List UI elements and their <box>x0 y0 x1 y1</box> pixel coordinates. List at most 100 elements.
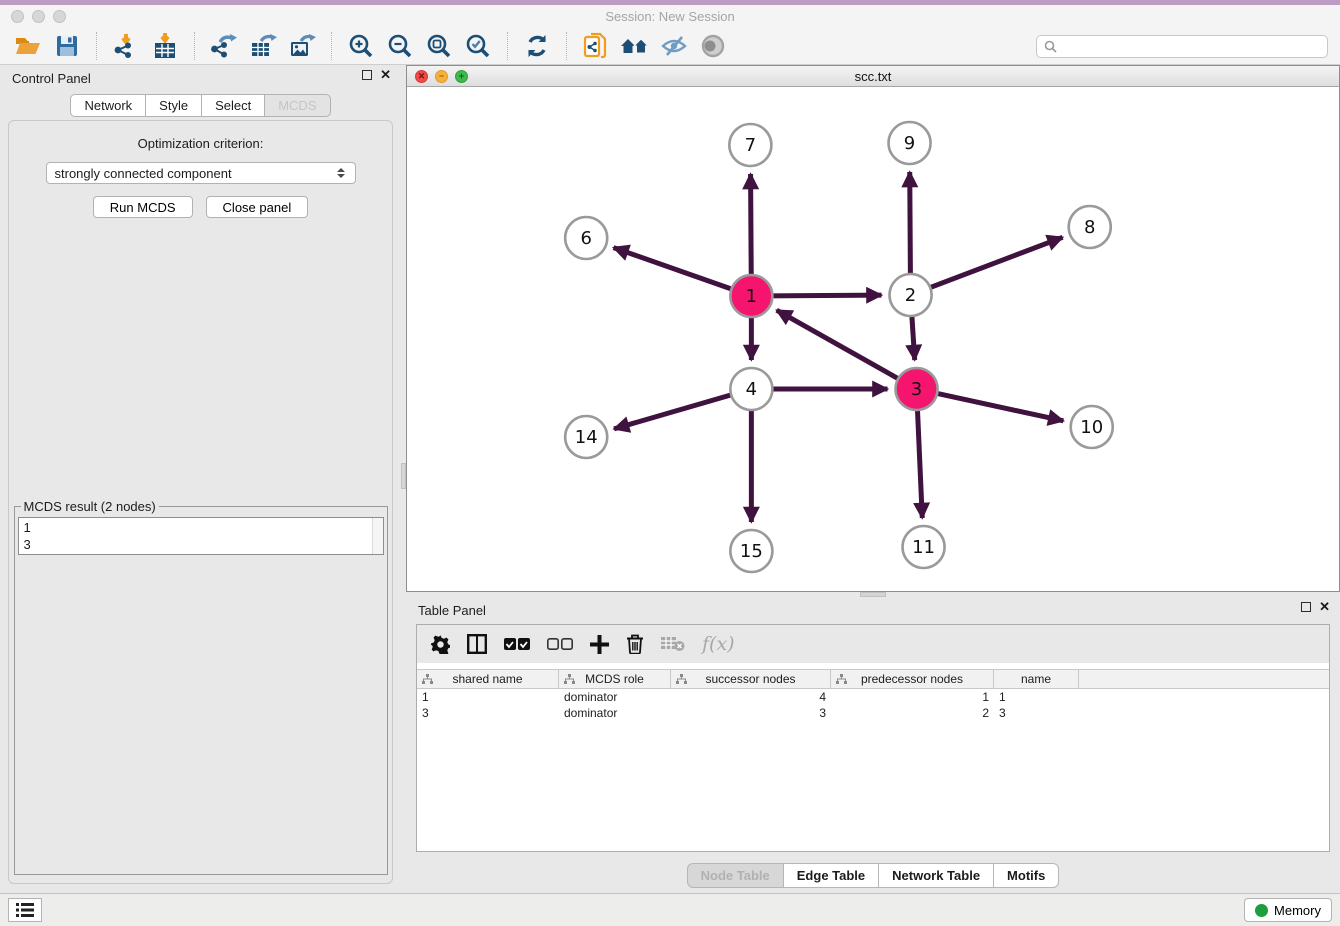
close-panel-button[interactable]: Close panel <box>206 196 309 218</box>
tab-node-table[interactable]: Node Table <box>687 863 784 888</box>
tab-motifs[interactable]: Motifs <box>993 863 1059 888</box>
network-graph[interactable]: 7 9 6 8 1 2 4 3 14 10 15 11 <box>407 87 1339 591</box>
select-all-columns-icon[interactable] <box>504 638 530 651</box>
graph-node-10[interactable]: 10 <box>1071 406 1113 448</box>
titlebar[interactable]: Session: New Session <box>0 5 1340 28</box>
function-builder-icon[interactable]: f(x) <box>702 633 735 655</box>
delete-table-icon[interactable] <box>661 636 685 652</box>
graph-edge-4-14[interactable] <box>614 394 735 429</box>
graph-node-6[interactable]: 6 <box>565 217 607 259</box>
graph-node-8[interactable]: 8 <box>1069 206 1111 248</box>
svg-text:2: 2 <box>905 285 916 306</box>
column-header-name[interactable]: name <box>994 670 1079 688</box>
toolbar-separator <box>96 32 97 60</box>
memory-button[interactable]: Memory <box>1244 898 1332 922</box>
table-row[interactable]: 3dominator323 <box>417 705 1329 721</box>
graph-node-3[interactable]: 3 <box>896 368 938 410</box>
show-all-networks-icon[interactable] <box>619 31 651 61</box>
open-file-icon[interactable] <box>12 31 44 61</box>
tab-style[interactable]: Style <box>145 94 202 117</box>
search-input[interactable] <box>1062 39 1320 53</box>
toolbar-separator <box>566 32 567 60</box>
graph-node-14[interactable]: 14 <box>565 416 607 458</box>
tab-select[interactable]: Select <box>201 94 265 117</box>
graph-node-11[interactable]: 11 <box>903 526 945 568</box>
network-minimize-button[interactable]: − <box>435 70 448 83</box>
graph-edge-3-11[interactable] <box>917 406 922 518</box>
network-canvas[interactable]: 7 9 6 8 1 2 4 3 14 10 15 11 <box>407 87 1339 591</box>
tab-network[interactable]: Network <box>70 94 146 117</box>
graph-node-2[interactable]: 2 <box>890 274 932 316</box>
export-network-icon[interactable] <box>208 31 240 61</box>
import-table-icon[interactable] <box>149 31 181 61</box>
cell-successor-nodes[interactable]: 3 <box>671 706 831 720</box>
graph-edge-1-7[interactable] <box>751 174 752 279</box>
export-image-icon[interactable] <box>286 31 318 61</box>
graph-edge-1-6[interactable] <box>614 248 736 291</box>
node-table[interactable]: shared nameMCDS rolesuccessor nodesprede… <box>417 669 1329 721</box>
add-column-icon[interactable] <box>590 635 609 654</box>
graph-edge-3-10[interactable] <box>933 393 1063 421</box>
optimization-criterion-select[interactable]: strongly connected component <box>46 162 356 184</box>
search-box[interactable] <box>1036 35 1328 58</box>
column-settings-icon[interactable] <box>431 635 450 654</box>
task-history-button[interactable] <box>8 898 42 922</box>
run-mcds-button[interactable]: Run MCDS <box>93 196 193 218</box>
graph-node-1[interactable]: 1 <box>730 275 772 317</box>
mcds-result-textarea[interactable]: 1 3 <box>18 517 384 555</box>
vertical-splitter[interactable] <box>401 65 406 893</box>
cell-shared-name[interactable]: 1 <box>417 690 559 704</box>
graph-edge-3-1[interactable] <box>777 310 902 380</box>
tab-edge-table[interactable]: Edge Table <box>783 863 879 888</box>
cell-MCDS-role[interactable]: dominator <box>559 690 671 704</box>
cell-predecessor-nodes[interactable]: 2 <box>831 706 994 720</box>
delete-column-icon[interactable] <box>626 634 644 654</box>
close-panel-icon[interactable]: ✕ <box>380 70 391 80</box>
zoom-in-icon[interactable] <box>345 31 377 61</box>
graph-edge-2-8[interactable] <box>926 237 1062 289</box>
svg-text:14: 14 <box>575 427 598 448</box>
unselect-all-columns-icon[interactable] <box>547 638 573 651</box>
column-header-MCDS-role[interactable]: MCDS role <box>559 670 671 688</box>
refresh-layout-icon[interactable] <box>521 31 553 61</box>
graph-edge-2-3[interactable] <box>912 312 915 360</box>
tab-network-table[interactable]: Network Table <box>878 863 994 888</box>
import-network-icon[interactable] <box>110 31 142 61</box>
new-network-file-icon[interactable] <box>580 31 612 61</box>
float-panel-icon[interactable] <box>362 70 372 80</box>
column-header-shared-name[interactable]: shared name <box>417 670 559 688</box>
result-scrollbar[interactable] <box>372 518 383 554</box>
control-panel-tabs: NetworkStyleSelectMCDS <box>0 94 401 117</box>
float-panel-icon[interactable] <box>1301 602 1311 612</box>
table-row[interactable]: 1dominator411 <box>417 689 1329 705</box>
graph-edge-2-9[interactable] <box>910 172 911 278</box>
split-panel-icon[interactable] <box>467 634 487 654</box>
zoom-selected-icon[interactable] <box>462 31 494 61</box>
network-view-window[interactable]: ✕ − + scc.txt 7968124314101511 <box>406 65 1340 592</box>
cell-MCDS-role[interactable]: dominator <box>559 706 671 720</box>
save-session-icon[interactable] <box>51 31 83 61</box>
close-panel-icon[interactable]: ✕ <box>1319 602 1330 612</box>
splitter-handle[interactable] <box>401 463 406 489</box>
graph-node-9[interactable]: 9 <box>889 122 931 164</box>
birds-eye-view-icon[interactable] <box>697 31 729 61</box>
tab-mcds[interactable]: MCDS <box>264 94 330 117</box>
column-header-predecessor-nodes[interactable]: predecessor nodes <box>831 670 994 688</box>
cell-name[interactable]: 3 <box>994 706 1079 720</box>
graph-node-15[interactable]: 15 <box>730 530 772 572</box>
graph-edge-1-2[interactable] <box>768 295 881 296</box>
cell-shared-name[interactable]: 3 <box>417 706 559 720</box>
column-header-successor-nodes[interactable]: successor nodes <box>671 670 831 688</box>
zoom-out-icon[interactable] <box>384 31 416 61</box>
control-panel-title: Control Panel <box>12 71 91 86</box>
network-zoom-button[interactable]: + <box>455 70 468 83</box>
export-table-icon[interactable] <box>247 31 279 61</box>
graph-node-4[interactable]: 4 <box>730 368 772 410</box>
zoom-fit-icon[interactable] <box>423 31 455 61</box>
cell-predecessor-nodes[interactable]: 1 <box>831 690 994 704</box>
graph-node-7[interactable]: 7 <box>729 124 771 166</box>
cell-name[interactable]: 1 <box>994 690 1079 704</box>
cell-successor-nodes[interactable]: 4 <box>671 690 831 704</box>
hide-graphics-details-icon[interactable] <box>658 31 690 61</box>
network-close-button[interactable]: ✕ <box>415 70 428 83</box>
